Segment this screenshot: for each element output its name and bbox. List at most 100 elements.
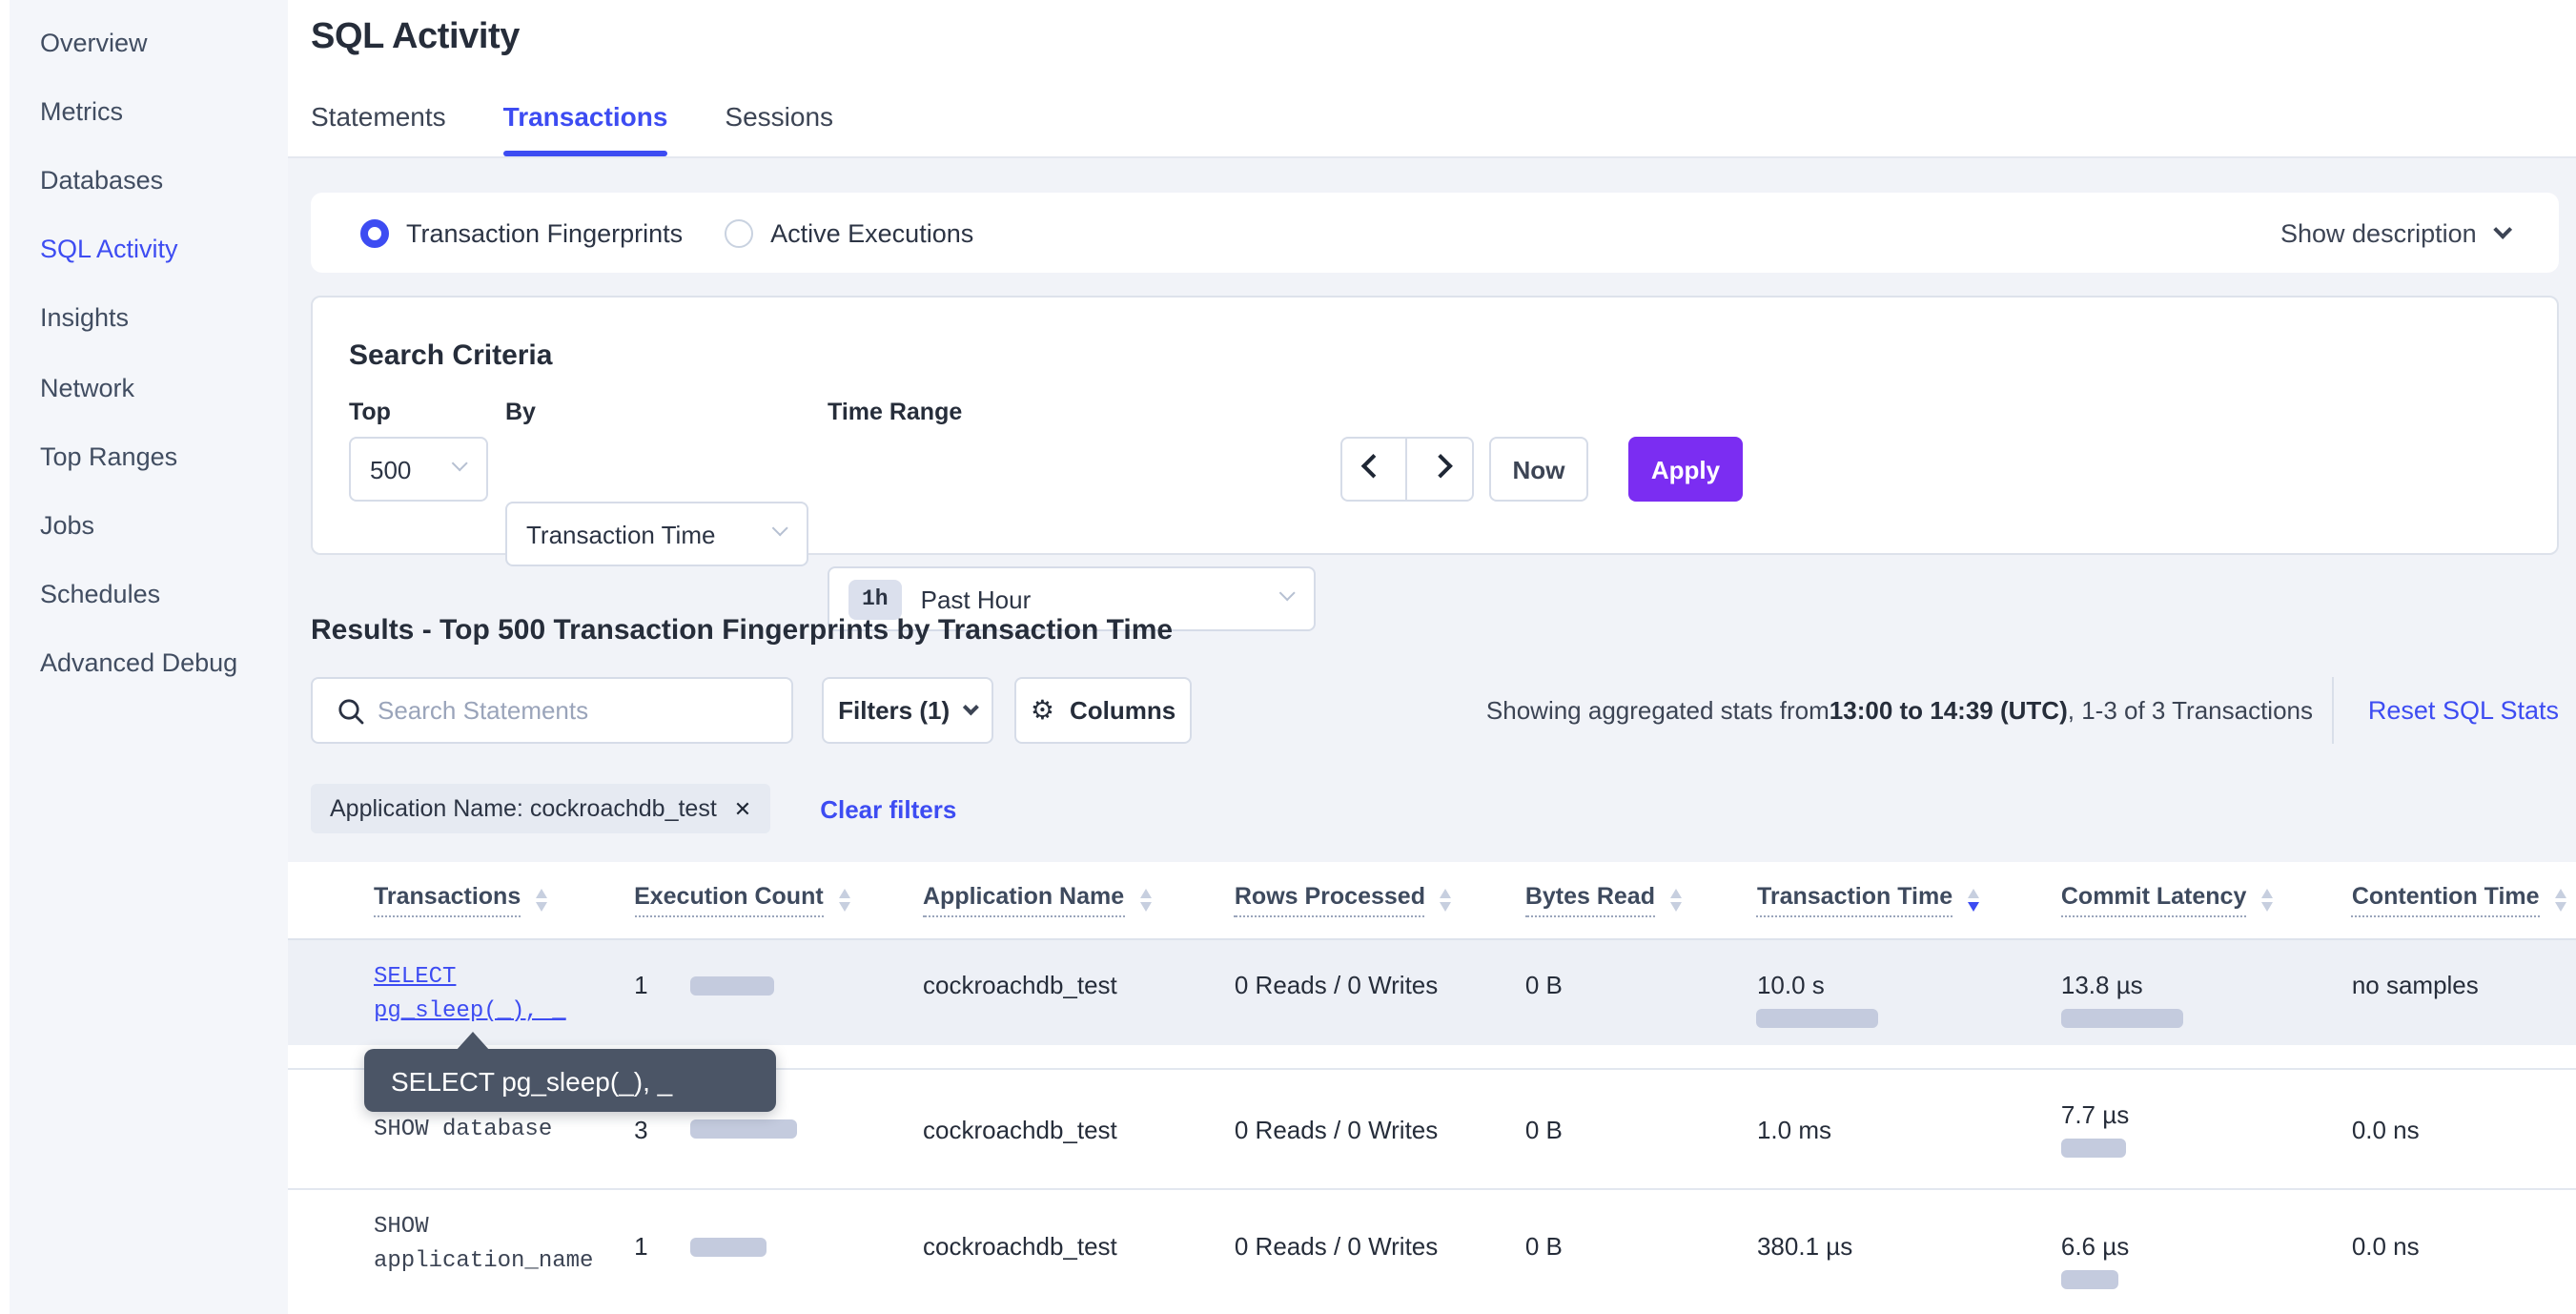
- by-select[interactable]: Transaction Time: [505, 502, 808, 566]
- execution-count-cell: 1: [634, 940, 923, 1045]
- transaction-time-cell: 10.0 s: [1757, 940, 2061, 1045]
- by-label: By: [505, 399, 536, 425]
- column-header-rows-processed[interactable]: Rows Processed: [1235, 862, 1525, 938]
- sidebar-item-network[interactable]: Network: [10, 353, 288, 421]
- column-header-bytes-read[interactable]: Bytes Read: [1525, 862, 1757, 938]
- close-icon[interactable]: ✕: [734, 796, 751, 821]
- execution-count-cell: 1: [634, 1190, 923, 1314]
- sort-icon: [2261, 889, 2273, 912]
- time-range-arrows: [1340, 437, 1474, 502]
- stats-suffix: , 1-3 of 3 Transactions: [2068, 696, 2313, 725]
- transaction-fingerprint-link[interactable]: SELECT pg_sleep(_), _: [374, 940, 634, 1045]
- contention-time-cell: 0.0 ns: [2352, 1190, 2576, 1314]
- search-icon: [337, 698, 364, 725]
- filter-chip-label: Application Name: cockroachdb_test: [330, 795, 717, 822]
- chevron-down-icon: [451, 455, 468, 472]
- column-header-contention-time[interactable]: Contention Time: [2352, 862, 2576, 938]
- sidebar-item-insights[interactable]: Insights: [10, 284, 288, 353]
- commit-latency-cell: 13.8 µs: [2061, 940, 2352, 1045]
- results-toolbar: Filters (1) ⚙ Columns Showing aggregated…: [311, 677, 2559, 744]
- bytes-read-cell: 0 B: [1525, 1115, 1757, 1143]
- sidebar-item-top-ranges[interactable]: Top Ranges: [10, 421, 288, 490]
- now-button[interactable]: Now: [1489, 437, 1588, 502]
- sidebar-item-sql-activity[interactable]: SQL Activity: [10, 215, 288, 283]
- columns-button[interactable]: ⚙ Columns: [1014, 677, 1192, 744]
- tab-statements[interactable]: Statements: [311, 101, 446, 156]
- aggregated-stats-text: Showing aggregated stats from 13:00 to 1…: [1486, 677, 2313, 744]
- execution-count-cell: 3: [634, 1115, 923, 1143]
- chevron-down-icon: [962, 700, 979, 717]
- time-range-next-button[interactable]: [1407, 439, 1472, 500]
- top-select[interactable]: 500: [349, 437, 488, 502]
- column-header-execution-count[interactable]: Execution Count: [634, 862, 923, 938]
- tab-bar: Statements Transactions Sessions: [311, 101, 833, 156]
- sort-icon: [1139, 889, 1151, 912]
- gear-icon: ⚙: [1031, 694, 1054, 727]
- search-criteria-heading: Search Criteria: [349, 339, 552, 372]
- column-label: Transactions: [374, 883, 521, 917]
- sidebar-item-advanced-debug[interactable]: Advanced Debug: [10, 628, 288, 697]
- application-name-cell: cockroachdb_test: [923, 940, 1235, 1045]
- stats-range: 13:00 to 14:39 (UTC): [1830, 696, 2068, 725]
- radio-unselected-icon: [725, 218, 753, 247]
- column-label: Transaction Time: [1757, 883, 1952, 917]
- time-range-label: Time Range: [828, 399, 962, 425]
- tab-sessions[interactable]: Sessions: [725, 101, 833, 156]
- clear-filters-link[interactable]: Clear filters: [820, 794, 956, 823]
- time-range-prev-button[interactable]: [1342, 439, 1407, 500]
- apply-button[interactable]: Apply: [1628, 437, 1743, 502]
- column-label: Rows Processed: [1235, 883, 1425, 917]
- page-header: SQL Activity Statements Transactions Ses…: [288, 0, 2576, 158]
- sort-desc-icon: [1968, 889, 1979, 912]
- sidebar-item-schedules[interactable]: Schedules: [10, 560, 288, 628]
- sidebar: Overview Metrics Databases SQL Activity …: [10, 0, 288, 1314]
- sidebar-item-overview[interactable]: Overview: [10, 8, 288, 76]
- execution-count-bar: [690, 1119, 797, 1139]
- bytes-read-cell: 0 B: [1525, 940, 1757, 1045]
- chevron-right-icon: [1428, 455, 1452, 479]
- tab-transactions[interactable]: Transactions: [503, 101, 668, 156]
- table-row[interactable]: SELECT pg_sleep(_), _ 1 cockroachdb_test…: [288, 940, 2576, 1045]
- commit-latency-cell: 6.6 µs: [2061, 1190, 2352, 1314]
- reset-sql-stats-link[interactable]: Reset SQL Stats: [2368, 677, 2559, 744]
- column-label: Contention Time: [2352, 883, 2540, 917]
- show-description-toggle[interactable]: Show description: [2280, 218, 2559, 247]
- sidebar-item-databases[interactable]: Databases: [10, 146, 288, 215]
- top-label: Top: [349, 399, 391, 425]
- column-header-commit-latency[interactable]: Commit Latency: [2061, 862, 2352, 938]
- transaction-time-bar: [1757, 1009, 1879, 1028]
- sidebar-item-jobs[interactable]: Jobs: [10, 491, 288, 560]
- sidebar-item-metrics[interactable]: Metrics: [10, 76, 288, 145]
- execution-count-bar: [690, 975, 774, 995]
- contention-time-cell: 0.0 ns: [2352, 1115, 2576, 1143]
- transaction-fingerprint[interactable]: SHOW application_name: [374, 1190, 634, 1314]
- radio-active-executions[interactable]: Active Executions: [725, 218, 973, 247]
- filters-button[interactable]: Filters (1): [822, 677, 993, 744]
- radio-selected-icon: [360, 218, 389, 247]
- search-input[interactable]: [378, 681, 778, 740]
- rows-processed-cell: 0 Reads / 0 Writes: [1235, 940, 1525, 1045]
- application-name-cell: cockroachdb_test: [923, 1190, 1235, 1314]
- commit-latency-bar: [2061, 1009, 2183, 1028]
- page-title: SQL Activity: [311, 17, 2576, 59]
- chevron-left-icon: [1362, 455, 1386, 479]
- sort-icon: [1441, 889, 1452, 912]
- filter-chip: Application Name: cockroachdb_test ✕: [311, 784, 770, 833]
- rows-processed-cell: 0 Reads / 0 Writes: [1235, 1190, 1525, 1314]
- main-content: SQL Activity Statements Transactions Ses…: [288, 0, 2576, 1314]
- table-row[interactable]: SHOW application_name 1 cockroachdb_test…: [288, 1188, 2576, 1314]
- commit-latency-cell: 7.7 µs: [2061, 1100, 2352, 1158]
- radio-transaction-fingerprints[interactable]: Transaction Fingerprints: [360, 218, 683, 247]
- search-criteria-card: Search Criteria Top By Time Range 500 Tr…: [311, 296, 2559, 555]
- transaction-fingerprint[interactable]: SHOW database: [374, 1112, 634, 1146]
- column-header-transactions[interactable]: Transactions: [374, 862, 634, 938]
- contention-time-cell: no samples: [2352, 940, 2576, 1045]
- column-header-transaction-time[interactable]: Transaction Time: [1757, 862, 2061, 938]
- query-tooltip: SELECT pg_sleep(_), _: [364, 1049, 776, 1112]
- time-range-badge: 1h: [848, 579, 902, 619]
- chevron-down-icon: [1278, 585, 1296, 602]
- chevron-down-icon: [771, 520, 788, 537]
- column-header-application-name[interactable]: Application Name: [923, 862, 1235, 938]
- table-header-row: Transactions Execution Count Application…: [288, 862, 2576, 940]
- transaction-time-cell: 380.1 µs: [1757, 1190, 2061, 1314]
